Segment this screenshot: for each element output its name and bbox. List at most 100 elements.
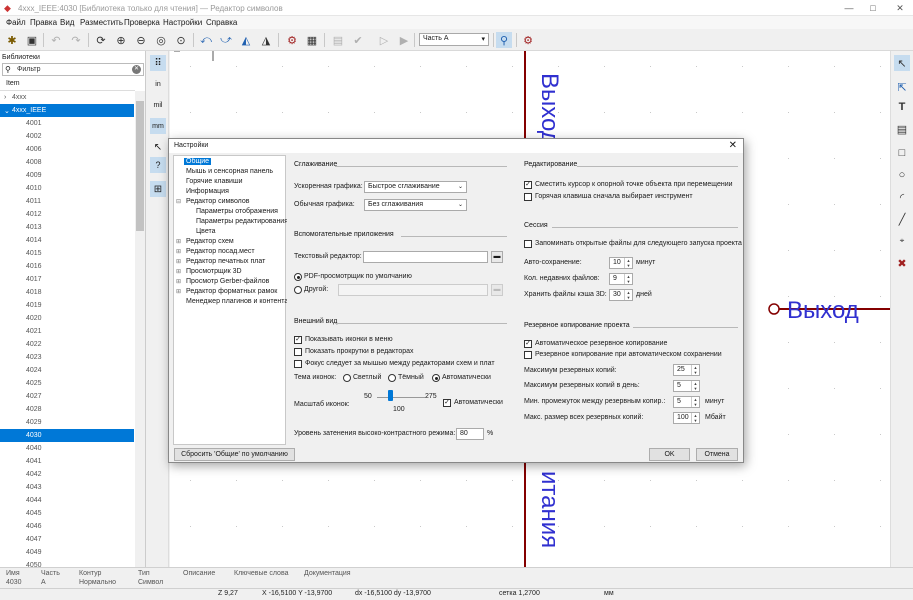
tree-item-drawing-sheet-editor[interactable]: Редактор форматных рамок xyxy=(186,288,277,295)
theme-auto-radio[interactable] xyxy=(432,374,440,382)
zoom-fit-icon[interactable]: ◎ xyxy=(153,32,169,48)
add-text-icon[interactable]: T xyxy=(894,99,910,115)
de-morgan-alt-icon[interactable]: ▶ xyxy=(396,32,412,48)
tree-item-pcb-editor[interactable]: Редактор печатных плат xyxy=(186,258,265,265)
tree-item-info[interactable]: Информация xyxy=(186,188,229,195)
tree-item-colors[interactable]: Цвета xyxy=(196,228,216,235)
expand-icon[interactable]: ⊞ xyxy=(176,248,181,255)
recent-files-input[interactable]: 9 ▲ ▼ xyxy=(609,273,633,285)
library-item[interactable]: 4045 xyxy=(0,507,134,520)
grid-icon[interactable]: ⠿ xyxy=(150,55,166,71)
browse-folder-icon[interactable]: ▬ xyxy=(491,251,503,263)
library-item[interactable]: 4001 xyxy=(0,117,134,130)
reset-defaults-button[interactable]: Сбросить 'Общие' по умолчанию xyxy=(174,448,295,461)
zoom-in-icon[interactable]: ⊕ xyxy=(113,32,129,48)
tree-item-symbol-editor[interactable]: Редактор символов xyxy=(186,198,249,205)
library-item[interactable]: 4040 xyxy=(0,442,134,455)
tree-item-editing-options[interactable]: Параметры редактирования xyxy=(196,218,288,225)
add-arc-icon[interactable]: ◜ xyxy=(894,189,910,205)
rotate-cw-icon[interactable]: ⤻ xyxy=(218,32,234,48)
library-item[interactable]: 4046 xyxy=(0,520,134,533)
cancel-button[interactable]: Отмена xyxy=(696,448,738,461)
theme-light-radio[interactable] xyxy=(343,374,351,382)
add-pin-icon[interactable]: ⇱ xyxy=(894,79,910,95)
library-scrollbar[interactable] xyxy=(135,91,145,567)
maximize-icon[interactable]: □ xyxy=(866,2,880,14)
library-item[interactable]: 4017 xyxy=(0,273,134,286)
scale-auto-checkbox[interactable]: ✓ xyxy=(443,399,451,407)
text-editor-input[interactable] xyxy=(363,251,488,263)
tree-item-gerber-viewer[interactable]: Просмотр Gerber-файлов xyxy=(186,278,269,285)
icon-scale-track[interactable] xyxy=(377,397,425,398)
library-item[interactable]: 4041 xyxy=(0,455,134,468)
pdf-other-radio[interactable] xyxy=(294,286,302,294)
library-item[interactable]: 4010 xyxy=(0,182,134,195)
minimize-icon[interactable]: — xyxy=(842,2,856,14)
contrast-input[interactable]: 80 xyxy=(456,428,484,440)
warp-mouse-checkbox[interactable]: ✓ xyxy=(524,181,532,189)
library-item[interactable]: 4042 xyxy=(0,468,134,481)
library-item[interactable]: 4027 xyxy=(0,390,134,403)
theme-dark-radio[interactable] xyxy=(388,374,396,382)
symbol-properties-icon[interactable]: ⚙ xyxy=(284,32,300,48)
library-column-header[interactable]: Item xyxy=(0,78,135,91)
hierarchy-icon[interactable]: ⊞ xyxy=(150,181,166,197)
autosave-input[interactable]: 10 ▲ ▼ xyxy=(609,257,633,269)
unit-select[interactable]: Часть A ▾ xyxy=(419,33,489,46)
library-item[interactable]: 4049 xyxy=(0,546,134,559)
library-item[interactable]: 4002 xyxy=(0,130,134,143)
cache-3d-input[interactable]: 30 ▲ ▼ xyxy=(609,289,633,301)
spin-arrows-icon[interactable]: ▲ ▼ xyxy=(691,413,699,423)
menu-inspect[interactable]: Проверка xyxy=(124,18,160,27)
auto-backup-checkbox[interactable]: ✓ xyxy=(524,340,532,348)
zoom-out-icon[interactable]: ⊖ xyxy=(133,32,149,48)
menu-file[interactable]: Файл xyxy=(6,18,26,27)
library-item[interactable]: 4043 xyxy=(0,481,134,494)
pin-edit-icon[interactable]: ⚙ xyxy=(520,32,536,48)
library-item[interactable]: 4018 xyxy=(0,286,134,299)
tree-item-schematic-editor[interactable]: Редактор схем xyxy=(186,238,234,245)
units-mm-button[interactable]: mm xyxy=(150,118,166,134)
add-circle-icon[interactable]: ○ xyxy=(894,167,910,183)
library-item[interactable]: 4025 xyxy=(0,377,134,390)
library-filter-input[interactable]: ⚲ Фильтр ✕ xyxy=(2,63,144,76)
menu-preferences[interactable]: Настройки xyxy=(163,18,202,27)
spin-arrows-icon[interactable]: ▲ ▼ xyxy=(624,258,632,268)
menu-help[interactable]: Справка xyxy=(206,18,237,27)
backup-on-save-checkbox[interactable] xyxy=(524,351,532,359)
spin-arrows-icon[interactable]: ▲ ▼ xyxy=(691,365,699,375)
expand-icon[interactable]: ⊞ xyxy=(176,258,181,265)
first-hotkey-checkbox[interactable] xyxy=(524,193,532,201)
library-item[interactable]: 4012 xyxy=(0,208,134,221)
pdf-other-input[interactable] xyxy=(338,284,488,296)
library-node-expanded[interactable]: ⌄ 4xxx_IEEE xyxy=(0,104,134,117)
accel-graphics-select[interactable]: Быстрое сглаживание ⌄ xyxy=(364,181,467,193)
cursor-icon[interactable]: ↖ xyxy=(150,139,166,155)
library-item[interactable]: 4006 xyxy=(0,143,134,156)
select-icon[interactable]: ↖ xyxy=(894,55,910,71)
menu-place[interactable]: Разместить xyxy=(80,18,123,27)
new-symbol-icon[interactable]: ✱ xyxy=(4,32,20,48)
refresh-icon[interactable]: ⟳ xyxy=(93,32,109,48)
library-item[interactable]: 4028 xyxy=(0,403,134,416)
mirror-v-icon[interactable]: ◭ xyxy=(238,32,254,48)
library-item[interactable]: 4021 xyxy=(0,325,134,338)
electrical-type-icon[interactable]: ? xyxy=(150,157,166,173)
check-symbol-icon[interactable]: ✔ xyxy=(350,32,366,48)
tree-item-display-options[interactable]: Параметры отображения xyxy=(196,208,278,215)
library-item[interactable]: 4023 xyxy=(0,351,134,364)
add-line-icon[interactable]: ╱ xyxy=(894,211,910,227)
mirror-h-icon[interactable]: ◮ xyxy=(258,32,274,48)
save-icon[interactable]: ▣ xyxy=(24,32,40,48)
units-inch-button[interactable]: in xyxy=(150,76,166,92)
menu-view[interactable]: Вид xyxy=(60,18,74,27)
browse-folder-icon[interactable]: ▬ xyxy=(491,284,503,296)
spin-arrows-icon[interactable]: ▲ ▼ xyxy=(624,274,632,284)
clear-filter-icon[interactable]: ✕ xyxy=(132,65,141,74)
library-item[interactable]: 4047 xyxy=(0,533,134,546)
tree-item-general[interactable]: Общие xyxy=(184,158,212,165)
dialog-close-icon[interactable]: ✕ xyxy=(729,140,737,151)
show-scrollbars-checkbox[interactable] xyxy=(294,348,302,356)
library-item[interactable]: 4030 xyxy=(0,429,134,442)
library-item[interactable]: 4044 xyxy=(0,494,134,507)
